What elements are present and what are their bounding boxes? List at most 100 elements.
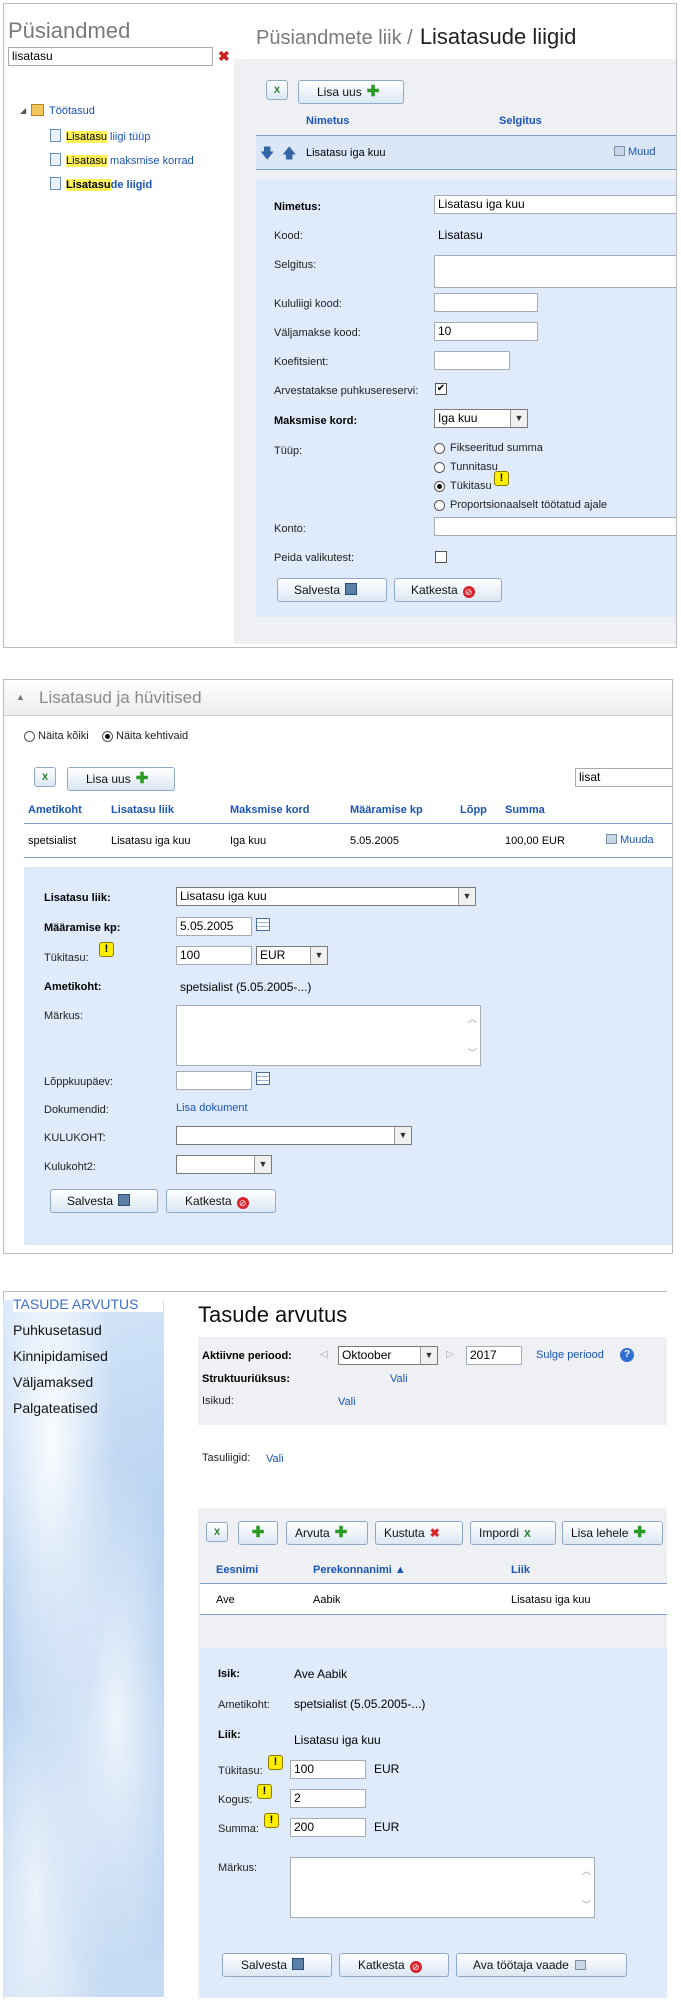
tree-item-label: liigi tüüp bbox=[106, 131, 151, 143]
kogus-input[interactable]: 2 bbox=[290, 1789, 366, 1808]
column-header-maksmise-kord[interactable]: Maksmise kord bbox=[230, 804, 309, 816]
row-edit-link[interactable]: Muud bbox=[614, 146, 656, 158]
maksmise-kord-select[interactable]: Iga kuu ▼ bbox=[434, 409, 528, 428]
search-input[interactable]: lisatasu bbox=[8, 47, 213, 66]
cancel-button[interactable]: Katkesta ⊘ bbox=[339, 1953, 449, 1977]
calendar-icon[interactable] bbox=[256, 1072, 270, 1085]
calendar-icon[interactable] bbox=[256, 918, 270, 931]
save-button[interactable]: Salvesta bbox=[50, 1189, 158, 1213]
pay-type-select-link[interactable]: Vali bbox=[266, 1453, 284, 1465]
warning-icon[interactable]: ! bbox=[494, 471, 509, 486]
add-new-label: Lisa uus bbox=[86, 772, 131, 786]
add-new-label: Lisa uus bbox=[317, 85, 362, 99]
add-row-button[interactable]: ✚ bbox=[238, 1521, 278, 1545]
collapse-icon[interactable]: ▲ bbox=[16, 692, 25, 702]
sidebar-item-valjamaksed[interactable]: Väljamaksed bbox=[13, 1374, 93, 1390]
sidebar-item-tasude-arvutus[interactable]: TASUDE ARVUTUS bbox=[13, 1296, 163, 1312]
scroll-up-icon[interactable]: ︿ bbox=[582, 1864, 591, 1877]
save-button[interactable]: Salvesta bbox=[222, 1953, 332, 1977]
add-new-button[interactable]: Lisa uus ✚ bbox=[67, 767, 175, 791]
warning-icon[interactable]: ! bbox=[99, 942, 114, 957]
add-document-link[interactable]: Lisa dokument bbox=[176, 1102, 248, 1114]
column-header-nimetus[interactable]: Nimetus bbox=[306, 115, 349, 127]
kulukoht2-select[interactable]: ▼ bbox=[176, 1155, 272, 1174]
tyyp-radio-tykitasu[interactable] bbox=[434, 481, 445, 492]
tree-expand-icon[interactable]: ◢ bbox=[20, 106, 26, 115]
tykitasu-input[interactable]: 100 bbox=[290, 1760, 366, 1779]
column-header-eesnimi[interactable]: Eesnimi bbox=[216, 1564, 258, 1576]
open-employee-view-button[interactable]: Ava töötaja vaade bbox=[456, 1953, 627, 1977]
nimetus-input[interactable]: Lisatasu iga kuu bbox=[434, 195, 676, 214]
calculate-button[interactable]: Arvuta ✚ bbox=[286, 1521, 368, 1545]
delete-button[interactable]: Kustuta ✖ bbox=[375, 1521, 463, 1545]
tree-item[interactable]: Lisatasu maksmise korrad bbox=[50, 153, 194, 167]
cancel-button[interactable]: Katkesta ⊘ bbox=[394, 578, 502, 602]
sidebar-item-puhkusetasud[interactable]: Puhkusetasud bbox=[13, 1322, 102, 1338]
excel-export-icon[interactable]: X bbox=[34, 767, 56, 787]
show-all-radio[interactable] bbox=[24, 731, 35, 742]
excel-export-icon[interactable]: X bbox=[206, 1522, 228, 1542]
column-header-lopp[interactable]: Lõpp bbox=[460, 804, 487, 816]
tyyp-radio-tunnitasu[interactable] bbox=[434, 462, 445, 473]
column-header-perekonnanimi[interactable]: Perekonnanimi ▲ bbox=[313, 1564, 406, 1576]
tykitasu-unit: EUR bbox=[374, 1762, 400, 1776]
tyyp-radio-proportsionaalselt[interactable] bbox=[434, 500, 445, 511]
tree-item[interactable]: Lisatasu liigi tüüp bbox=[50, 129, 150, 143]
move-down-icon[interactable]: 🡇 bbox=[260, 143, 274, 167]
konto-input[interactable] bbox=[434, 517, 676, 536]
koefitsient-input[interactable] bbox=[434, 351, 510, 370]
currency-select[interactable]: EUR ▼ bbox=[256, 946, 328, 965]
puhkusereserv-checkbox[interactable]: ✔ bbox=[435, 383, 447, 395]
sidebar-item-palgateatised[interactable]: Palgateatised bbox=[13, 1400, 98, 1416]
selgitus-textarea[interactable] bbox=[434, 255, 676, 288]
row-edit-link[interactable]: Muuda bbox=[606, 834, 654, 846]
show-active-radio[interactable] bbox=[102, 731, 113, 742]
year-input[interactable]: 2017 bbox=[466, 1346, 522, 1365]
help-icon[interactable]: ? bbox=[620, 1348, 634, 1362]
tykitasu-input[interactable]: 100 bbox=[176, 946, 252, 965]
search-input[interactable]: lisat bbox=[575, 768, 672, 787]
kululiigi-kood-input[interactable] bbox=[434, 293, 538, 312]
excel-export-icon[interactable]: X bbox=[266, 80, 288, 100]
peida-checkbox[interactable] bbox=[435, 551, 447, 563]
column-header-summa[interactable]: Summa bbox=[505, 804, 545, 816]
column-header-ametikoht[interactable]: Ametikoht bbox=[28, 804, 82, 816]
lisatasu-liik-select[interactable]: Lisatasu iga kuu ▼ bbox=[176, 887, 476, 906]
next-period-icon[interactable]: ▷ bbox=[446, 1349, 454, 1360]
month-select[interactable]: Oktoober ▼ bbox=[338, 1346, 438, 1365]
add-new-button[interactable]: Lisa uus ✚ bbox=[298, 80, 404, 104]
close-period-link[interactable]: Sulge periood bbox=[536, 1349, 604, 1361]
sidebar-item-kinnipidamised[interactable]: Kinnipidamised bbox=[13, 1348, 108, 1364]
summa-input[interactable]: 200 bbox=[290, 1818, 366, 1837]
prev-period-icon[interactable]: ◁ bbox=[320, 1349, 328, 1360]
clear-search-icon[interactable]: ✖ bbox=[218, 48, 230, 65]
scroll-down-icon[interactable]: ﹀ bbox=[468, 1046, 477, 1059]
tyyp-radio-fikseeritud[interactable] bbox=[434, 443, 445, 454]
loppkuupaev-input[interactable] bbox=[176, 1071, 252, 1090]
import-button[interactable]: Impordi X bbox=[470, 1521, 556, 1545]
column-header-liik[interactable]: Liik bbox=[511, 1564, 530, 1576]
warning-icon[interactable]: ! bbox=[268, 1755, 283, 1770]
breadcrumb-parent[interactable]: Püsiandmete liik / bbox=[256, 27, 413, 49]
tree-root-label[interactable]: Töötasud bbox=[49, 105, 95, 117]
move-up-icon[interactable]: 🡅 bbox=[282, 143, 296, 167]
struct-select-link[interactable]: Vali bbox=[390, 1373, 408, 1385]
maaramise-kp-input[interactable]: 5.05.2005 bbox=[176, 917, 252, 936]
markus-textarea[interactable]: ︿ ﹀ bbox=[176, 1005, 481, 1066]
scroll-down-icon[interactable]: ﹀ bbox=[582, 1898, 591, 1911]
persons-select-link[interactable]: Vali bbox=[338, 1396, 356, 1408]
column-header-selgitus[interactable]: Selgitus bbox=[499, 115, 542, 127]
scroll-up-icon[interactable]: ︿ bbox=[468, 1012, 477, 1025]
tree-item-selected[interactable]: Lisatasude liigid bbox=[50, 177, 152, 191]
valjamakse-kood-input[interactable]: 10 bbox=[434, 322, 538, 341]
table-row[interactable] bbox=[200, 1583, 667, 1615]
kulukoht-select[interactable]: ▼ bbox=[176, 1126, 412, 1145]
column-header-lisatasu-liik[interactable]: Lisatasu liik bbox=[111, 804, 174, 816]
cancel-button[interactable]: Katkesta ⊘ bbox=[166, 1189, 276, 1213]
warning-icon[interactable]: ! bbox=[264, 1813, 279, 1828]
save-button[interactable]: Salvesta bbox=[277, 578, 387, 602]
add-to-page-button[interactable]: Lisa lehele ✚ bbox=[562, 1521, 663, 1545]
warning-icon[interactable]: ! bbox=[257, 1784, 272, 1799]
markus-textarea[interactable]: ︿ ﹀ bbox=[290, 1857, 595, 1918]
column-header-maaramise-kp[interactable]: Määramise kp bbox=[350, 804, 423, 816]
